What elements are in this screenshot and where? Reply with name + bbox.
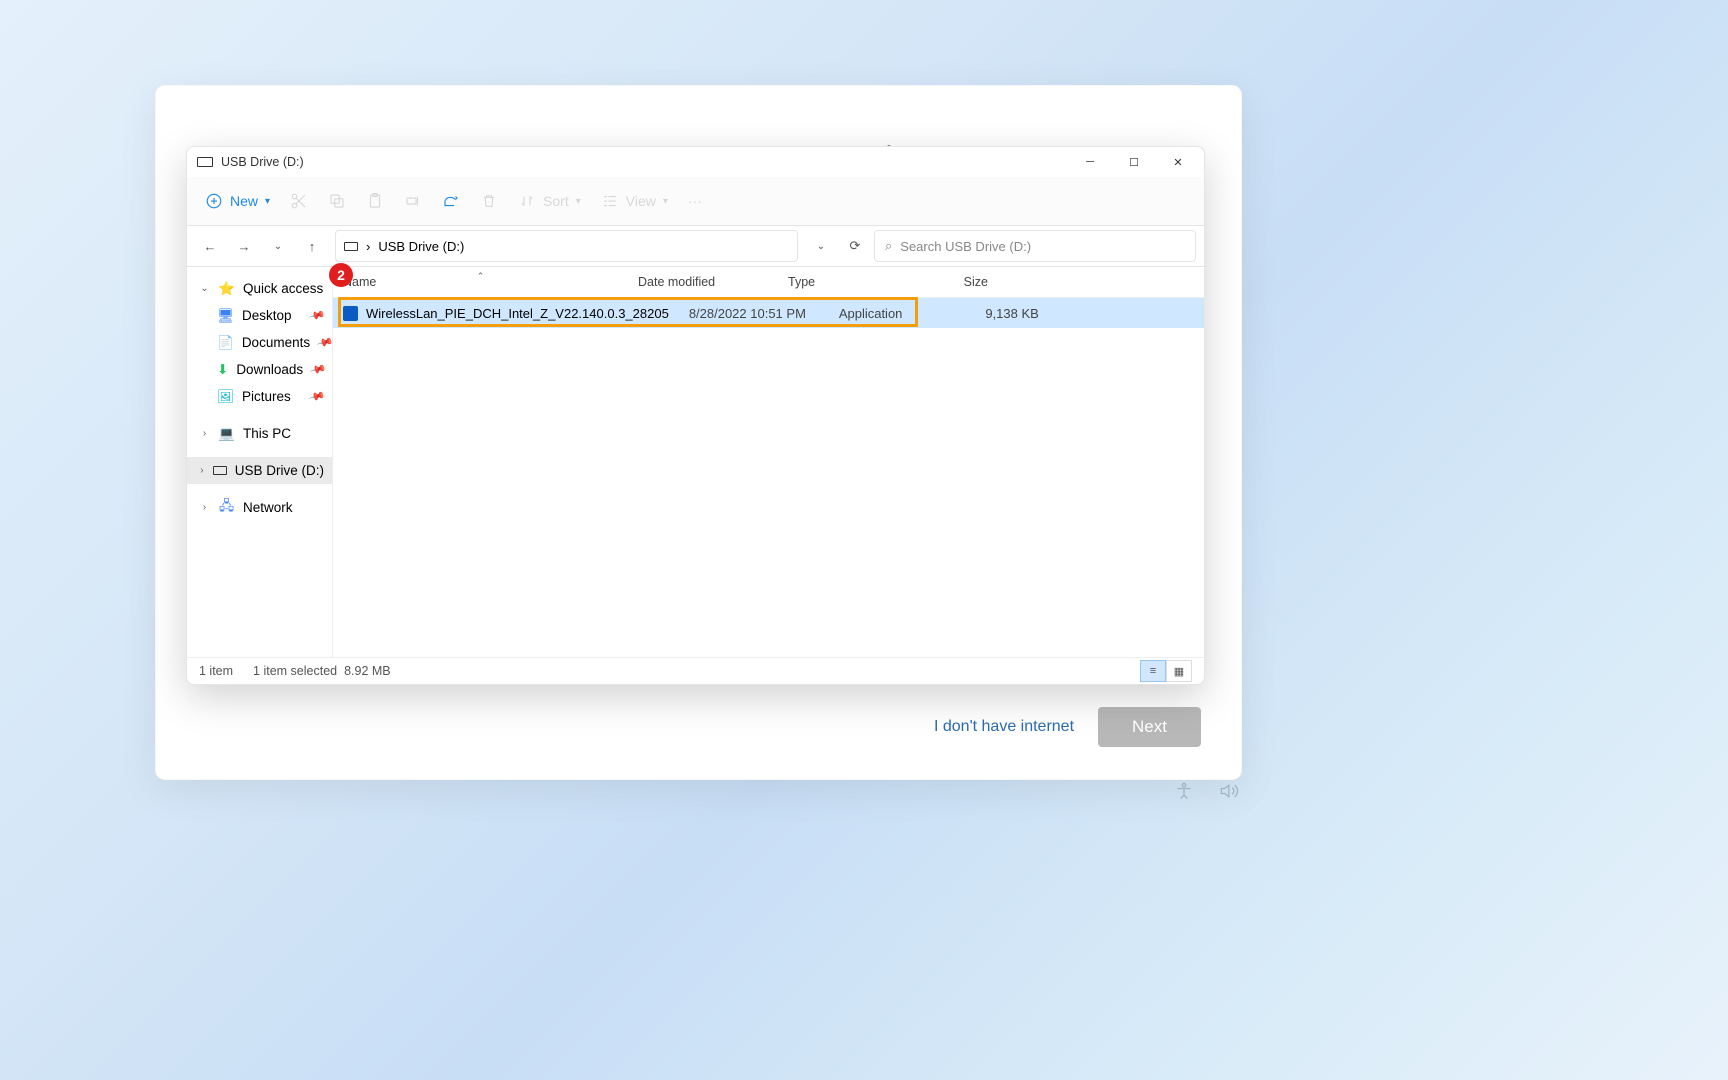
status-size: 8.92 MB xyxy=(344,664,391,678)
address-bar[interactable]: › USB Drive (D:) xyxy=(335,230,798,262)
trash-icon xyxy=(480,192,498,210)
status-item-count: 1 item xyxy=(199,664,233,678)
ribbon-toolbar: New▾ Sort▾ View▾ ··· xyxy=(187,177,1204,226)
recent-locations-button[interactable]: ⌄ xyxy=(263,231,293,261)
address-bar-row: ← → ⌄ ↑ › USB Drive (D:) ⌄ ⟳ ⌕ Search US… xyxy=(187,226,1204,267)
status-bar: 1 item 1 item selected 8.92 MB ≡ ▦ xyxy=(187,657,1204,684)
pin-icon: 📌 xyxy=(308,387,326,405)
next-button[interactable]: Next xyxy=(1098,707,1201,747)
pc-icon: 💻 xyxy=(218,425,235,442)
file-row[interactable]: WirelessLan_PIE_DCH_Intel_Z_V22.140.0.3_… xyxy=(333,298,1204,328)
clipboard-icon xyxy=(366,192,384,210)
system-tray xyxy=(1174,781,1238,806)
breadcrumb-location[interactable]: USB Drive (D:) xyxy=(378,239,464,254)
status-selected: 1 item selected xyxy=(253,664,337,678)
pin-icon: 📌 xyxy=(308,306,326,324)
pictures-icon: 🖼 xyxy=(217,388,234,405)
star-icon: ⭐ xyxy=(218,280,235,297)
back-button[interactable]: ← xyxy=(195,231,225,261)
column-headers: Name⌃ Date modified Type Size xyxy=(333,267,1204,298)
desktop-icon: 🖥 xyxy=(217,307,234,324)
usb-drive-icon xyxy=(197,157,213,167)
search-box[interactable]: ⌕ Search USB Drive (D:) xyxy=(874,230,1196,262)
search-placeholder: Search USB Drive (D:) xyxy=(900,239,1031,254)
close-button[interactable]: ✕ xyxy=(1156,147,1200,177)
paste-button[interactable] xyxy=(366,192,384,210)
delete-button[interactable] xyxy=(480,192,498,210)
rename-icon xyxy=(404,192,422,210)
new-button[interactable]: New▾ xyxy=(205,192,270,210)
oobe-footer: I don't have internet Next xyxy=(934,707,1201,747)
sidebar-documents[interactable]: 📄Documents📌 xyxy=(187,329,332,356)
icons-view-button[interactable]: ▦ xyxy=(1166,660,1192,682)
usb-drive-icon xyxy=(344,242,358,251)
navigation-pane: ⌄⭐Quick access 🖥Desktop📌 📄Documents📌 ⬇Do… xyxy=(187,267,333,657)
window-title: USB Drive (D:) xyxy=(221,155,304,169)
view-button[interactable]: View▾ xyxy=(601,192,668,210)
file-size: 9,138 KB xyxy=(959,306,1059,321)
up-button[interactable]: ↑ xyxy=(297,231,327,261)
share-button[interactable] xyxy=(442,192,460,210)
column-type[interactable]: Type xyxy=(778,275,908,289)
no-internet-link[interactable]: I don't have internet xyxy=(934,718,1074,736)
details-view-button[interactable]: ≡ xyxy=(1140,660,1166,682)
pin-icon: 📌 xyxy=(316,333,333,351)
sidebar-usb-drive[interactable]: ›USB Drive (D:) xyxy=(187,457,332,484)
usb-drive-icon xyxy=(213,462,227,479)
sort-button[interactable]: Sort▾ xyxy=(518,192,581,210)
search-icon: ⌕ xyxy=(885,238,892,254)
cut-button[interactable] xyxy=(290,192,308,210)
scissors-icon xyxy=(290,192,308,210)
application-icon xyxy=(343,306,358,321)
copy-button[interactable] xyxy=(328,192,346,210)
network-icon: 🖧 xyxy=(218,499,235,516)
view-icon xyxy=(601,192,619,210)
sort-icon xyxy=(518,192,536,210)
titlebar[interactable]: USB Drive (D:) ─ ☐ ✕ xyxy=(187,147,1204,177)
minimize-button[interactable]: ─ xyxy=(1068,147,1112,177)
sidebar-this-pc[interactable]: ›💻This PC xyxy=(187,420,332,447)
sidebar-pictures[interactable]: 🖼Pictures📌 xyxy=(187,383,332,410)
pin-icon: 📌 xyxy=(309,360,327,378)
copy-icon xyxy=(328,192,346,210)
sort-indicator-icon: ⌃ xyxy=(477,271,485,282)
accessibility-icon[interactable] xyxy=(1174,781,1194,806)
more-button[interactable]: ··· xyxy=(688,193,702,209)
column-name[interactable]: Name⌃ xyxy=(333,275,628,289)
sidebar-network[interactable]: ›🖧Network xyxy=(187,494,332,521)
forward-button[interactable]: → xyxy=(229,231,259,261)
share-icon xyxy=(442,192,460,210)
file-type: Application xyxy=(829,306,959,321)
file-name: WirelessLan_PIE_DCH_Intel_Z_V22.140.0.3_… xyxy=(366,306,669,321)
plus-circle-icon xyxy=(205,192,223,210)
maximize-button[interactable]: ☐ xyxy=(1112,147,1156,177)
sidebar-downloads[interactable]: ⬇Downloads📌 xyxy=(187,356,332,383)
documents-icon: 📄 xyxy=(217,334,234,351)
column-date[interactable]: Date modified xyxy=(628,275,778,289)
file-list-pane: 2 Name⌃ Date modified Type Size Wireless… xyxy=(333,267,1204,657)
volume-icon[interactable] xyxy=(1218,781,1238,806)
refresh-button[interactable]: ⟳ xyxy=(840,231,870,261)
address-dropdown[interactable]: ⌄ xyxy=(806,231,836,261)
sidebar-quick-access[interactable]: ⌄⭐Quick access xyxy=(187,275,332,302)
column-size[interactable]: Size xyxy=(908,275,1008,289)
file-explorer-window: USB Drive (D:) ─ ☐ ✕ New▾ Sort▾ View▾ ··… xyxy=(186,146,1205,685)
rename-button[interactable] xyxy=(404,192,422,210)
breadcrumb-separator: › xyxy=(366,239,370,254)
downloads-icon: ⬇ xyxy=(217,361,228,378)
sidebar-desktop[interactable]: 🖥Desktop📌 xyxy=(187,302,332,329)
annotation-step-badge: 2 xyxy=(329,263,353,287)
file-date: 8/28/2022 10:51 PM xyxy=(679,306,829,321)
